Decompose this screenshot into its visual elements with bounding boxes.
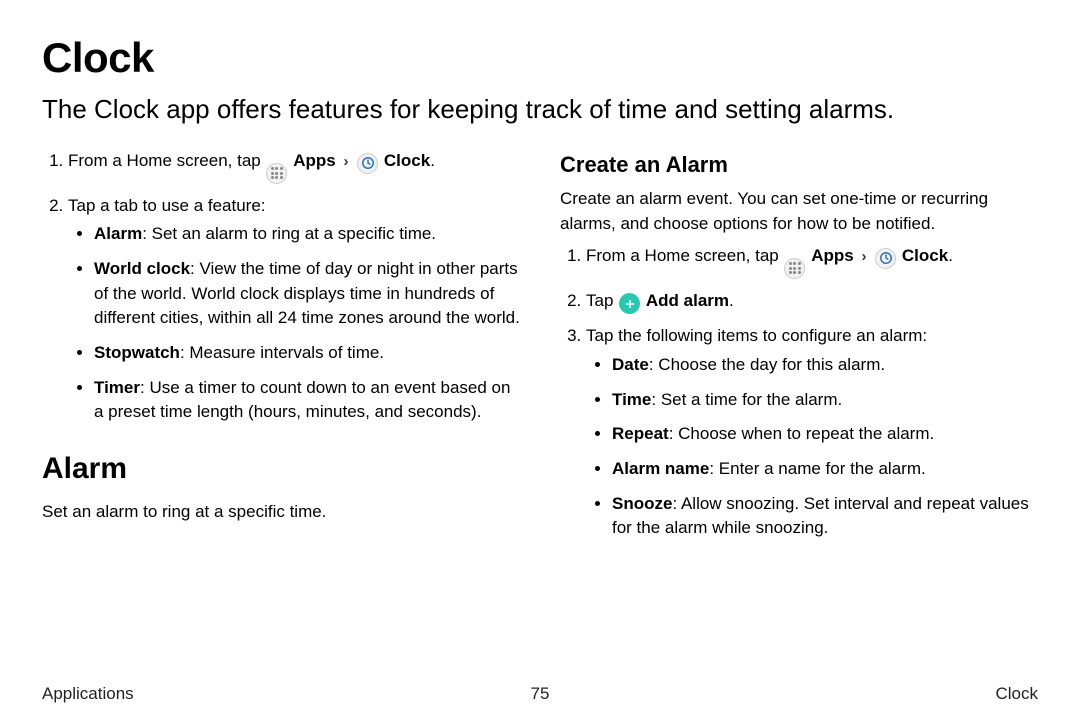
bullet-time-text: : Set a time for the alarm. — [651, 390, 842, 409]
add-alarm-label: Add alarm — [646, 291, 729, 310]
bullet-alarm-text: : Set an alarm to ring at a specific tim… — [142, 224, 436, 243]
chevron-icon: › — [861, 248, 866, 265]
bullet-stopwatch: Stopwatch: Measure intervals of time. — [94, 341, 520, 366]
bullet-alarm: Alarm: Set an alarm to ring at a specifi… — [94, 222, 520, 247]
create-step-3-text: Tap the following items to configure an … — [586, 326, 927, 345]
bullet-repeat-label: Repeat — [612, 424, 669, 443]
step-1-text: From a Home screen, tap — [68, 151, 265, 170]
bullet-snooze-label: Snooze — [612, 494, 672, 513]
manual-page: Clock The Clock app offers features for … — [0, 0, 1080, 720]
clock-label: Clock — [384, 151, 430, 170]
bullet-worldclock-label: World clock — [94, 259, 190, 278]
create-alarm-desc: Create an alarm event. You can set one-t… — [560, 187, 1038, 236]
right-column: Create an Alarm Create an alarm event. Y… — [560, 149, 1038, 551]
bullet-name-label: Alarm name — [612, 459, 709, 478]
bullet-timer-label: Timer — [94, 378, 140, 397]
bullet-stopwatch-label: Stopwatch — [94, 343, 180, 362]
bullet-worldclock: World clock: View the time of day or nig… — [94, 257, 520, 331]
step-2-text: Tap a tab to use a feature: — [68, 196, 266, 215]
bullet-repeat: Repeat: Choose when to repeat the alarm. — [612, 422, 1038, 447]
config-bullets: Date: Choose the day for this alarm. Tim… — [586, 353, 1038, 541]
bullet-name-text: : Enter a name for the alarm. — [709, 459, 925, 478]
bullet-repeat-text: : Choose when to repeat the alarm. — [669, 424, 935, 443]
page-title: Clock — [42, 34, 1038, 82]
period: . — [948, 246, 953, 265]
page-footer: Applications 75 Clock — [42, 684, 1038, 704]
feature-bullets: Alarm: Set an alarm to ring at a specifi… — [68, 222, 520, 424]
bullet-alarm-label: Alarm — [94, 224, 142, 243]
bullet-timer: Timer: Use a timer to count down to an e… — [94, 376, 520, 425]
bullet-timer-text: : Use a timer to count down to an event … — [94, 378, 510, 422]
create-alarm-title: Create an Alarm — [560, 149, 1038, 181]
two-column-layout: From a Home screen, tap Apps › Clock. Ta… — [42, 149, 1038, 551]
bullet-stopwatch-text: : Measure intervals of time. — [180, 343, 384, 362]
alarm-section-title: Alarm — [42, 447, 520, 491]
left-column: From a Home screen, tap Apps › Clock. Ta… — [42, 149, 520, 551]
add-icon — [619, 293, 640, 314]
bullet-date-label: Date — [612, 355, 649, 374]
step-1: From a Home screen, tap Apps › Clock. — [68, 149, 520, 184]
bullet-date: Date: Choose the day for this alarm. — [612, 353, 1038, 378]
bullet-time: Time: Set a time for the alarm. — [612, 388, 1038, 413]
create-step-2: Tap Add alarm. — [586, 289, 1038, 315]
create-alarm-steps: From a Home screen, tap Apps › Clock. Ta… — [560, 244, 1038, 540]
footer-page-number: 75 — [531, 684, 550, 704]
period: . — [729, 291, 734, 310]
create-step-2-prefix: Tap — [586, 291, 618, 310]
apps-label: Apps — [811, 246, 854, 265]
alarm-section-desc: Set an alarm to ring at a specific time. — [42, 500, 520, 525]
apps-icon — [784, 258, 805, 279]
page-intro: The Clock app offers features for keepin… — [42, 94, 1038, 125]
create-step-1-text: From a Home screen, tap — [586, 246, 783, 265]
bullet-snooze-text: : Allow snoozing. Set interval and repea… — [612, 494, 1029, 538]
clock-icon — [875, 248, 896, 269]
bullet-snooze: Snooze: Allow snoozing. Set interval and… — [612, 492, 1038, 541]
create-step-3: Tap the following items to configure an … — [586, 324, 1038, 540]
period: . — [430, 151, 435, 170]
step-2: Tap a tab to use a feature: Alarm: Set a… — [68, 194, 520, 425]
clock-icon — [357, 153, 378, 174]
clock-label: Clock — [902, 246, 948, 265]
apps-label: Apps — [293, 151, 336, 170]
create-step-1: From a Home screen, tap Apps › Clock. — [586, 244, 1038, 279]
footer-right: Clock — [995, 684, 1038, 704]
chevron-icon: › — [343, 153, 348, 170]
apps-icon — [266, 163, 287, 184]
bullet-name: Alarm name: Enter a name for the alarm. — [612, 457, 1038, 482]
footer-left: Applications — [42, 684, 134, 704]
bullet-time-label: Time — [612, 390, 651, 409]
bullet-date-text: : Choose the day for this alarm. — [649, 355, 885, 374]
feature-steps: From a Home screen, tap Apps › Clock. Ta… — [42, 149, 520, 425]
